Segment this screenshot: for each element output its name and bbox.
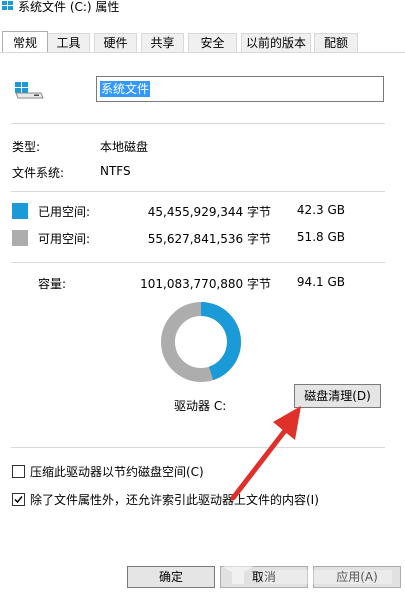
filesystem-value: NTFS [100,164,131,178]
index-label: 除了文件属性外，还允许索引此驱动器上文件的内容(I) [30,493,319,507]
windows-logo-icon [2,1,13,10]
free-space-size: 51.8 GB [296,230,345,244]
capacity-size: 94.1 GB [296,275,345,289]
tab-tools[interactable]: 工具 [47,33,90,52]
drive-name-text: 系统文件 [100,81,151,97]
capacity-bytes: 101,083,770,880 字节 [140,277,271,291]
apply-button[interactable]: 应用(A) [313,566,401,588]
index-checkbox[interactable] [12,493,25,506]
tab-quota[interactable]: 配额 [314,33,358,52]
window-title: 系统文件 (C:) 属性 [18,0,120,14]
tab-previous-versions[interactable]: 以前的版本 [241,33,311,52]
used-space-bytes: 45,455,929,344 字节 [147,205,271,219]
tab-hardware[interactable]: 硬件 [94,33,137,52]
disk-usage-donut [161,302,241,382]
tab-strip: 常规 工具 硬件 共享 安全 以前的版本 配额 [0,31,405,53]
tab-sharing[interactable]: 共享 [141,33,184,52]
cancel-button[interactable]: 取消 [220,566,308,588]
drive-name-input[interactable]: 系统文件 [96,76,384,102]
compress-checkbox[interactable] [12,465,25,478]
capacity-label: 容量: [38,277,67,291]
filesystem-label: 文件系统: [12,166,65,180]
disk-cleanup-button[interactable]: 磁盘清理(D) [294,384,381,408]
tab-general[interactable]: 常规 [2,31,48,52]
checkmark-icon [14,496,23,504]
ok-button[interactable]: 确定 [127,566,215,588]
divider [11,123,385,124]
used-space-label: 已用空间: [38,205,91,219]
compress-label: 压缩此驱动器以节约磁盘空间(C) [30,465,204,479]
used-space-swatch [12,203,28,219]
drive-caption: 驱动器 C: [174,399,227,413]
free-space-swatch [12,230,28,246]
used-space-size: 42.3 GB [296,203,345,217]
divider [11,447,385,448]
title-bar: 系统文件 (C:) 属性 [0,0,405,14]
divider [11,191,385,192]
tab-security[interactable]: 安全 [188,33,237,52]
type-value: 本地磁盘 [100,140,149,154]
free-space-bytes: 55,627,841,536 字节 [147,232,271,246]
free-space-label: 可用空间: [38,232,91,246]
type-label: 类型: [12,140,41,154]
hard-drive-icon [15,82,44,99]
divider [11,262,385,263]
